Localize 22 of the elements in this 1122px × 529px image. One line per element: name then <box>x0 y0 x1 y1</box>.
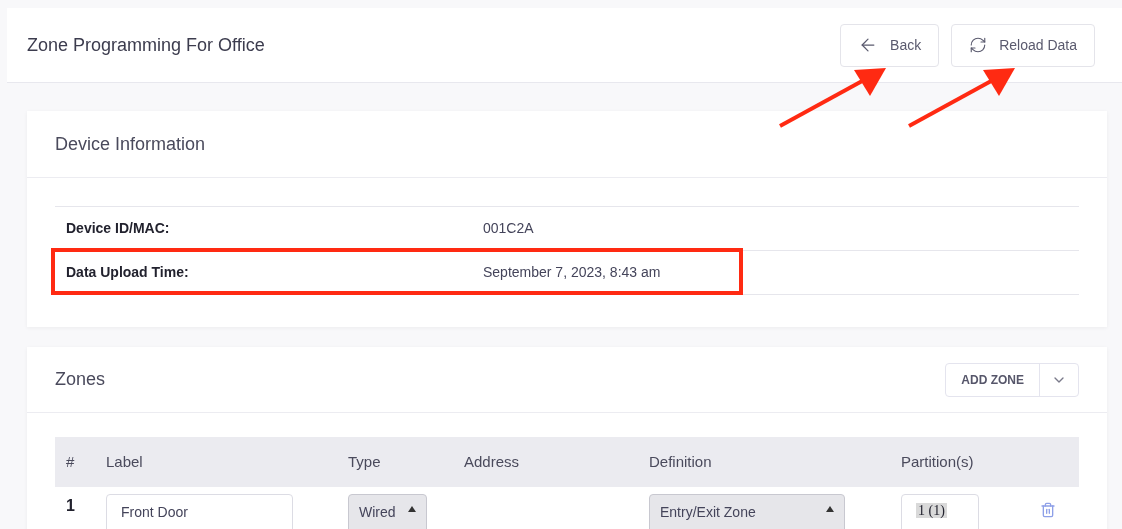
reload-icon <box>969 36 988 54</box>
column-header: Definition <box>649 451 713 472</box>
type-select[interactable]: Wired <box>348 494 427 529</box>
card-title: Zones <box>55 368 106 391</box>
field-label: Data Upload Time: <box>65 263 190 282</box>
column-header: # <box>65 451 76 472</box>
column-header: Label <box>106 451 144 472</box>
delete-icon[interactable] <box>1040 502 1056 518</box>
back-button[interactable]: Back <box>840 23 940 67</box>
column-header: Address <box>464 451 521 472</box>
field-label: Device ID/MAC: <box>65 219 171 238</box>
card-title: Device Information <box>55 132 206 156</box>
column-header: Type <box>348 451 382 472</box>
column-header: Partition(s) <box>901 451 975 472</box>
field-value: September 7, 2023, 8:43 am <box>483 263 661 282</box>
label-input[interactable]: Front Door <box>106 494 293 529</box>
zone-number: 1 <box>65 496 76 516</box>
field-value: 001C2A <box>483 219 534 238</box>
reload-data-button[interactable]: Reload Data <box>951 23 1095 67</box>
page-title: Zone Programming For Office <box>27 33 265 57</box>
partition-option[interactable]: 1 (1) <box>916 503 947 518</box>
definition-select[interactable]: Entry/Exit Zone <box>649 494 845 529</box>
